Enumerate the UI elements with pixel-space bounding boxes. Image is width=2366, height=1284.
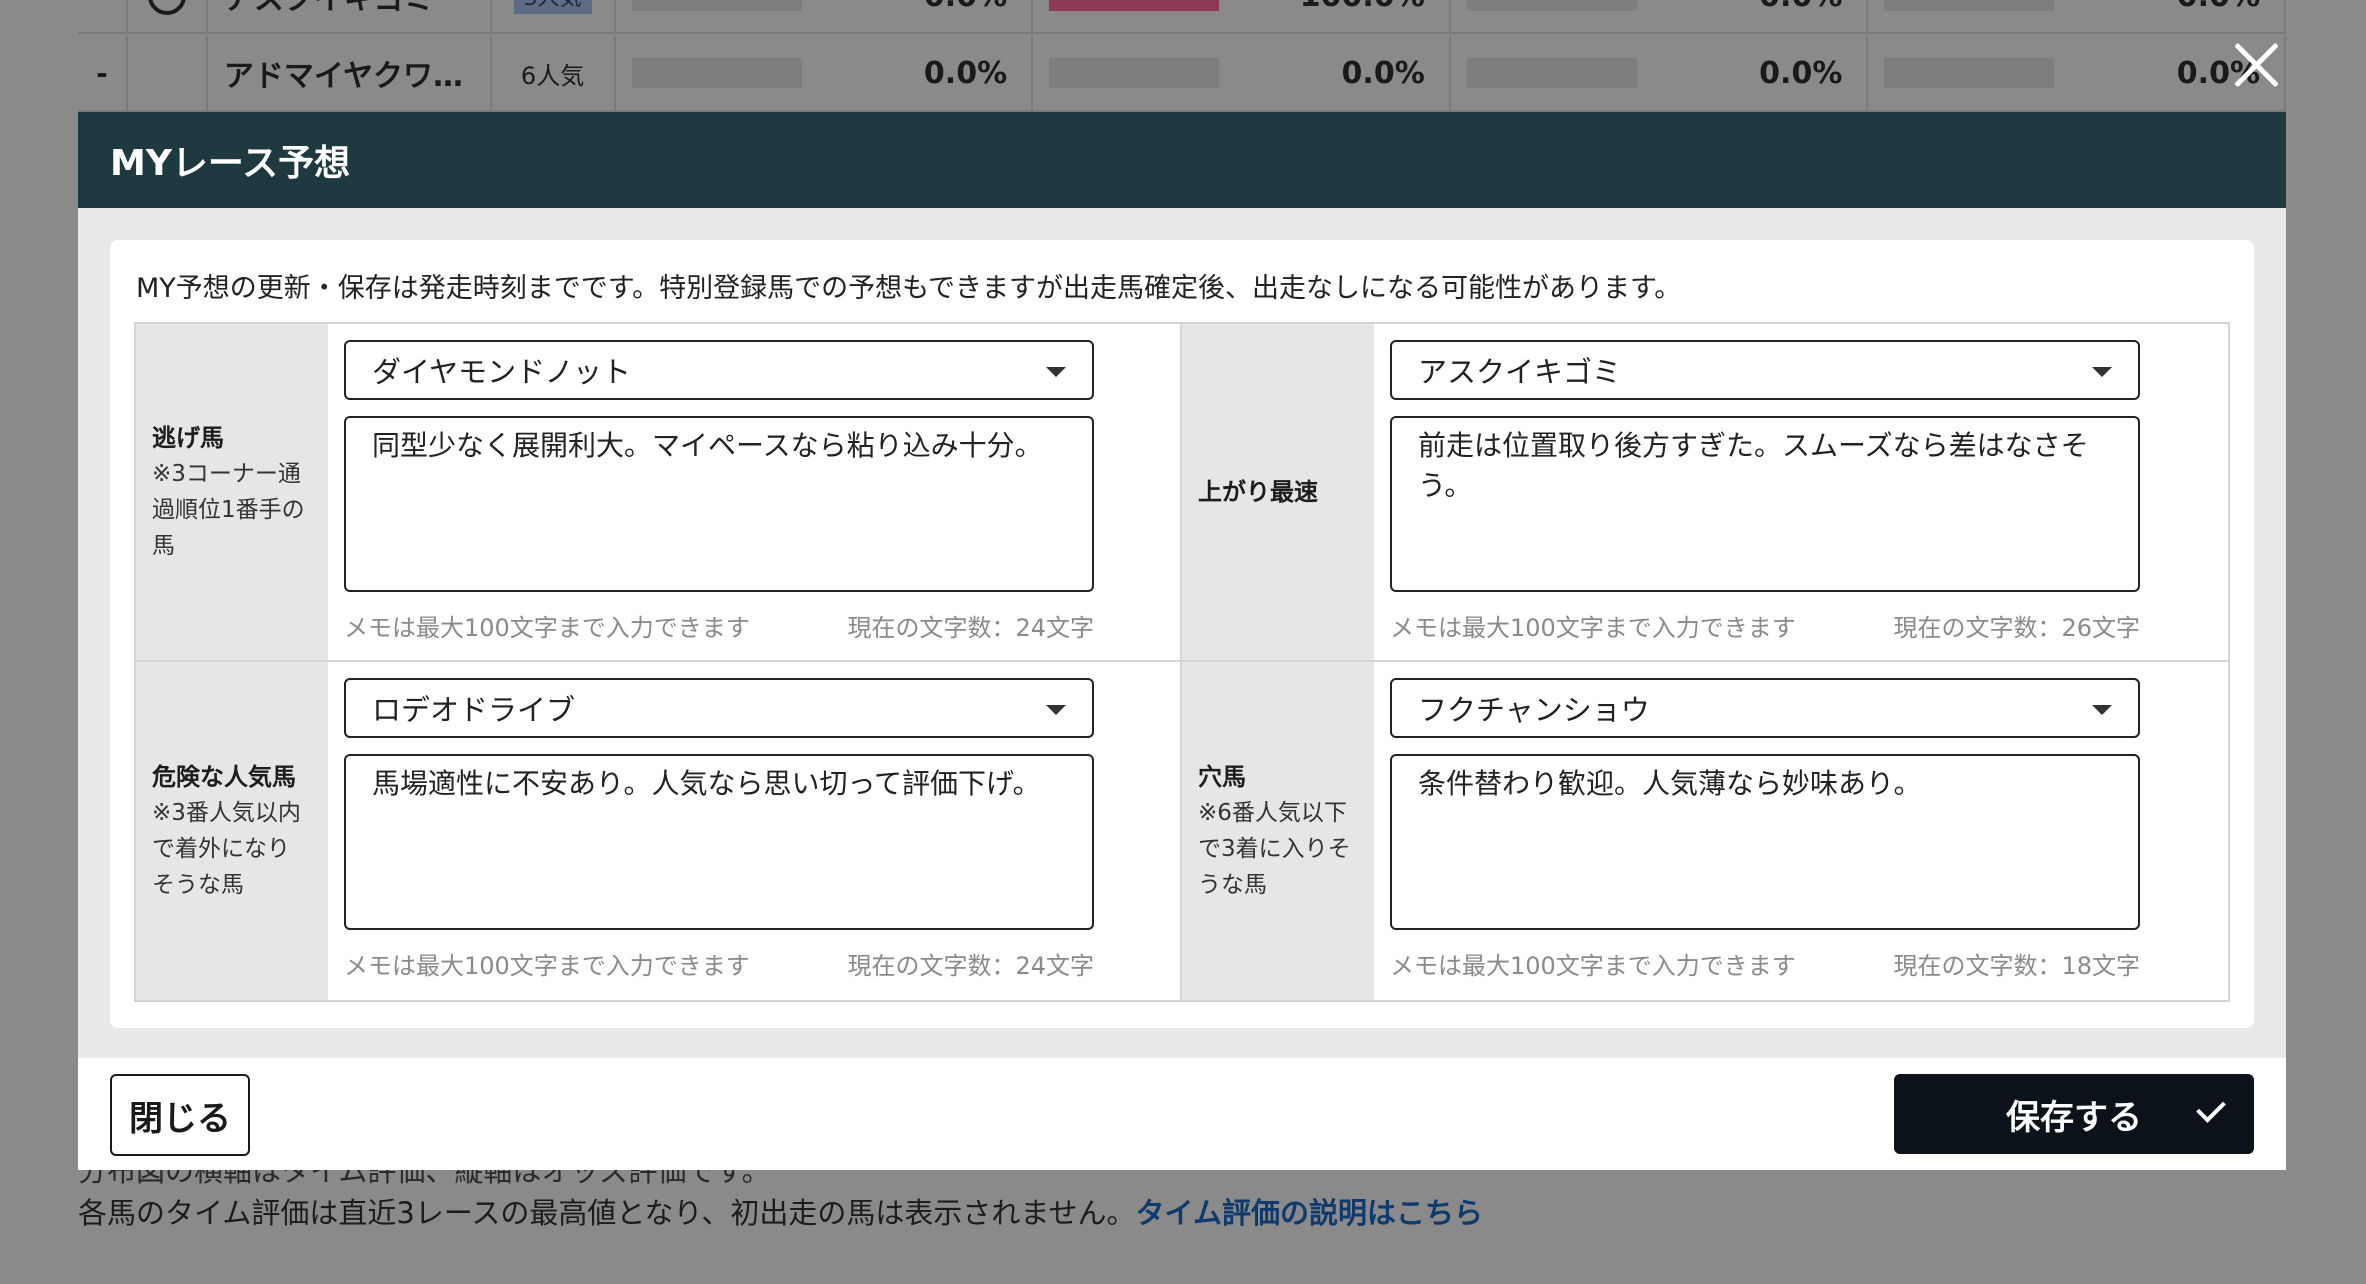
prediction-escape-horse: 逃げ馬 ※3コーナー通過順位1番手の馬 ダイヤモンドノット 同型少なく展開利大。… <box>136 324 1182 662</box>
section-note: ※3コーナー通過順位1番手の馬 <box>152 461 305 559</box>
chevron-down-icon <box>2092 367 2112 377</box>
percent-value: 0.0% <box>923 55 1008 91</box>
percent-value: 0.0% <box>1759 0 1842 14</box>
percent-bar <box>1884 58 2055 88</box>
memo-limit-hint: メモは最大100文字まで入力できます <box>1390 614 1796 642</box>
section-title: 上がり最速 <box>1198 478 1318 506</box>
modal-header: MYレース予想 <box>78 112 2286 208</box>
percent-value: 0.0% <box>924 0 1007 14</box>
chevron-down-icon <box>2092 705 2112 715</box>
memo-textarea[interactable]: 馬場適性に不安あり。人気なら思い切って評価下げ。 <box>344 754 1094 930</box>
table-row: - アドマイヤクワ… 6人気 0.0% 0.0% 0.0% 0.0% <box>78 36 2286 112</box>
table-row: - アスクイキゴミ 3人気 0.0% 100.0% 0.0% 0.0% <box>78 0 2286 34</box>
percent-cell: 0.0% <box>616 36 1034 110</box>
percent-bar <box>1884 0 2055 11</box>
close-button[interactable]: 閉じる <box>110 1074 250 1156</box>
section-content: ロデオドライブ 馬場適性に不安あり。人気なら思い切って評価下げ。 メモは最大10… <box>328 662 1180 1000</box>
percent-cell: 0.0% <box>1451 0 1869 32</box>
percent-bar <box>1049 0 1220 11</box>
chevron-down-icon <box>1046 367 1066 377</box>
memo-limit-hint: メモは最大100文字まで入力できます <box>1390 952 1796 980</box>
selected-horse: アスクイキゴミ <box>1418 355 1622 389</box>
row-mark: - <box>78 0 128 32</box>
horse-select[interactable]: ロデオドライブ <box>344 678 1094 738</box>
update-deadline-notice: MY予想の更新・保存は発走時刻までです。特別登録馬での予想もできますが出走馬確定… <box>136 273 1682 304</box>
horse-name[interactable]: アスクイキゴミ <box>208 0 492 32</box>
percent-cell: 0.0% <box>1868 0 2286 32</box>
percent-value: 0.0% <box>1759 55 1843 91</box>
percent-cell: 0.0% <box>1868 36 2286 110</box>
memo-textarea[interactable]: 前走は位置取り後方すぎた。スムーズなら差はなさそう。 <box>1390 416 2140 592</box>
time-rating-help-link[interactable]: タイム評価の説明はこちら <box>1136 1196 1483 1230</box>
section-content: フクチャンショウ 条件替わり歓迎。人気薄なら妙味あり。 メモは最大100文字まで… <box>1374 662 2228 1000</box>
background-note-text: 各馬のタイム評価は直近3レースの最高値となり、初出走の馬は表示されません。 <box>78 1196 1136 1230</box>
horse-name[interactable]: アドマイヤクワ… <box>208 36 492 110</box>
percent-cell: 0.0% <box>616 0 1034 32</box>
percent-bar <box>631 0 802 11</box>
prediction-grid: 逃げ馬 ※3コーナー通過順位1番手の馬 ダイヤモンドノット 同型少なく展開利大。… <box>134 322 2230 1002</box>
row-mark: - <box>78 36 128 110</box>
selected-horse: ダイヤモンドノット <box>372 355 631 389</box>
chevron-down-icon <box>1046 705 1066 715</box>
circle-mark-icon <box>147 0 186 15</box>
popularity-cell: 6人気 <box>492 36 616 110</box>
popularity-badge: 3人気 <box>513 0 592 14</box>
percent-cell: 100.0% <box>1033 0 1451 32</box>
percent-bar <box>1466 0 1637 11</box>
percent-bar <box>1049 58 1220 88</box>
close-icon[interactable] <box>2228 36 2284 92</box>
section-content: ダイヤモンドノット 同型少なく展開利大。マイペースなら粘り込み十分。 メモは最大… <box>328 324 1180 660</box>
check-icon <box>2196 1093 2226 1123</box>
section-label: 危険な人気馬 ※3番人気以内で着外になりそうな馬 <box>136 662 328 1000</box>
horse-select[interactable]: フクチャンショウ <box>1390 678 2140 738</box>
prediction-dark-horse: 穴馬 ※6番人気以下で3着に入りそうな馬 フクチャンショウ 条件替わり歓迎。人気… <box>1182 662 2228 1000</box>
prediction-mark <box>128 0 208 32</box>
background-note-2: 各馬のタイム評価は直近3レースの最高値となり、初出走の馬は表示されません。タイム… <box>78 1190 1483 1232</box>
prediction-fastest-finish: 上がり最速 アスクイキゴミ 前走は位置取り後方すぎた。スムーズなら差はなさそう。… <box>1182 324 2228 662</box>
section-label: 穴馬 ※6番人気以下で3着に入りそうな馬 <box>1182 662 1374 1000</box>
selected-horse: ロデオドライブ <box>372 693 576 727</box>
memo-char-count: 現在の文字数：24文字 <box>847 614 1094 642</box>
section-note: ※6番人気以下で3着に入りそうな馬 <box>1198 800 1351 898</box>
modal-body: MY予想の更新・保存は発走時刻までです。特別登録馬での予想もできますが出走馬確定… <box>110 240 2254 1028</box>
popularity-cell: 3人気 <box>492 0 616 32</box>
section-label: 逃げ馬 ※3コーナー通過順位1番手の馬 <box>136 324 328 660</box>
percent-cell: 0.0% <box>1451 36 1869 110</box>
selected-horse: フクチャンショウ <box>1418 693 1650 727</box>
memo-char-count: 現在の文字数：24文字 <box>847 952 1094 980</box>
prediction-risky-favorite: 危険な人気馬 ※3番人気以内で着外になりそうな馬 ロデオドライブ 馬場適性に不安… <box>136 662 1182 1000</box>
horse-select[interactable]: ダイヤモンドノット <box>344 340 1094 400</box>
percent-cell: 0.0% <box>1033 36 1451 110</box>
prediction-mark <box>128 36 208 110</box>
section-title: 穴馬 <box>1198 763 1246 791</box>
modal-title: MYレース予想 <box>110 143 351 184</box>
percent-value: 100.0% <box>1300 0 1425 14</box>
save-button[interactable]: 保存する <box>1894 1074 2254 1154</box>
section-note: ※3番人気以内で着外になりそうな馬 <box>152 800 301 898</box>
horse-select[interactable]: アスクイキゴミ <box>1390 340 2140 400</box>
memo-textarea[interactable]: 条件替わり歓迎。人気薄なら妙味あり。 <box>1390 754 2140 930</box>
section-label: 上がり最速 <box>1182 324 1374 660</box>
memo-textarea[interactable]: 同型少なく展開利大。マイペースなら粘り込み十分。 <box>344 416 1094 592</box>
section-title: 危険な人気馬 <box>152 763 296 791</box>
memo-limit-hint: メモは最大100文字まで入力できます <box>344 952 750 980</box>
percent-bar <box>631 58 802 88</box>
my-race-prediction-modal: MYレース予想 MY予想の更新・保存は発走時刻までです。特別登録馬での予想もでき… <box>78 112 2286 1170</box>
save-button-label: 保存する <box>2006 1097 2142 1138</box>
section-content: アスクイキゴミ 前走は位置取り後方すぎた。スムーズなら差はなさそう。 メモは最大… <box>1374 324 2228 660</box>
section-title: 逃げ馬 <box>152 424 224 452</box>
memo-char-count: 現在の文字数：18文字 <box>1893 952 2140 980</box>
modal-footer: 閉じる 保存する <box>78 1058 2286 1170</box>
memo-char-count: 現在の文字数：26文字 <box>1893 614 2140 642</box>
memo-limit-hint: メモは最大100文字まで入力できます <box>344 614 750 642</box>
percent-bar <box>1466 58 1637 88</box>
percent-value: 0.0% <box>2177 0 2260 14</box>
percent-value: 0.0% <box>1341 55 1425 91</box>
